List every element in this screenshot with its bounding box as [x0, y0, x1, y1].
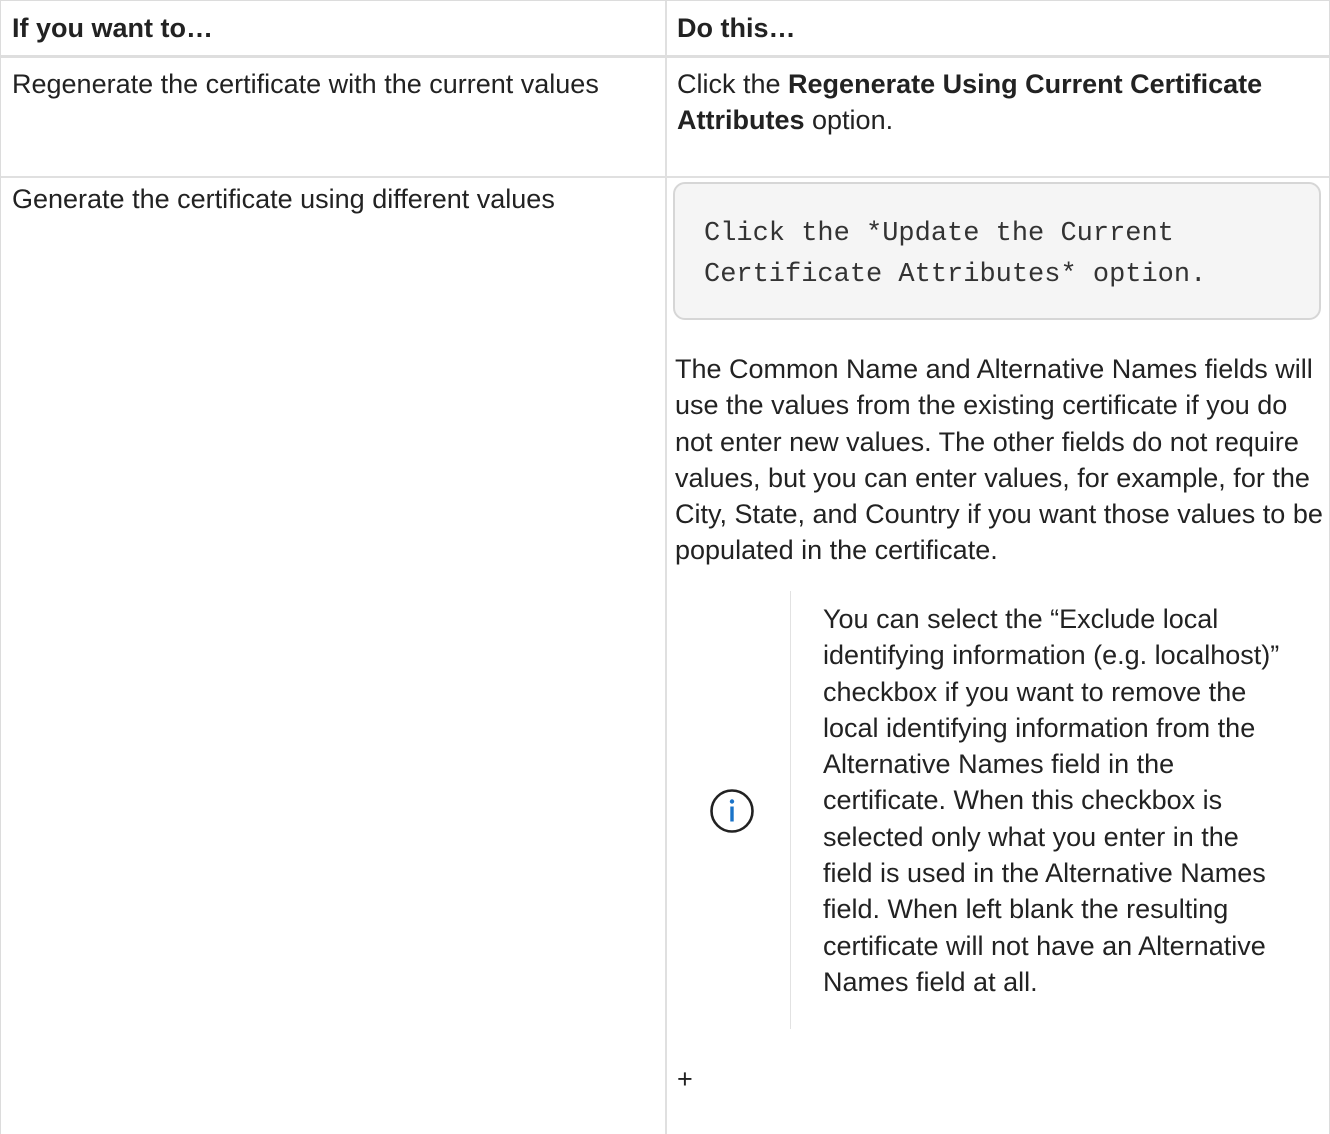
row2-condition: Generate the certificate using different…: [12, 184, 555, 214]
row1-action-suffix: option.: [812, 105, 894, 135]
header-if-you-want-to: If you want to…: [12, 13, 213, 43]
table-header-row: If you want to… Do this…: [1, 1, 1329, 58]
row1-action: Click the Regenerate Using Current Certi…: [677, 66, 1317, 138]
trailing-plus: +: [677, 1064, 693, 1094]
code-block: Click the *Update the Current Certificat…: [673, 182, 1321, 320]
note-divider: [790, 591, 791, 1029]
instruction-table: If you want to… Do this… Regenerate the …: [0, 0, 1330, 1134]
code-line-2: Certificate Attributes* option.: [704, 260, 1207, 290]
code-text: Click the *Update the Current Certificat…: [704, 214, 1206, 296]
row1-action-prefix: Click the: [677, 69, 781, 99]
row1-condition: Regenerate the certificate with the curr…: [12, 69, 599, 99]
table-row: Regenerate the certificate with the curr…: [1, 58, 1329, 178]
info-icon: [710, 789, 754, 833]
header-do-this: Do this…: [677, 13, 796, 43]
note-text: You can select the “Exclude local identi…: [823, 604, 1280, 997]
description-paragraph: The Common Name and Alternative Names fi…: [675, 354, 1323, 566]
code-line-1: Click the *Update the Current: [704, 219, 1174, 249]
